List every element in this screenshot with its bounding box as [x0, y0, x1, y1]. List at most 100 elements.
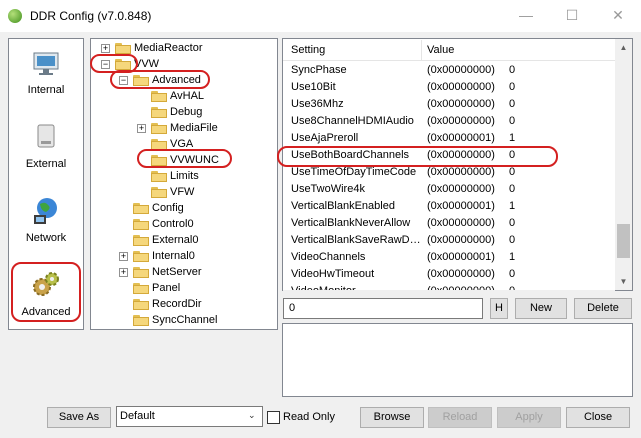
- nav-label: Network: [25, 232, 67, 244]
- setting-row[interactable]: SyncPhase (0x00000000) 0: [283, 62, 615, 79]
- description-panel: [282, 323, 633, 397]
- tree-node-label: RecordDir: [152, 298, 202, 310]
- tree-expander-icon[interactable]: +: [119, 268, 128, 277]
- setting-row[interactable]: VerticalBlankNeverAllow (0x00000000) 0: [283, 215, 615, 232]
- reload-button[interactable]: Reload: [428, 407, 492, 428]
- setting-name: Use8ChannelHDMIAudio: [291, 115, 414, 127]
- app-logo-icon: [8, 9, 22, 23]
- setting-name: Use10Bit: [291, 81, 336, 93]
- setting-decimal-value: 0: [509, 115, 516, 127]
- setting-name: VerticalBlankSaveRawD…: [291, 234, 421, 246]
- tree-node[interactable]: Config: [91, 200, 277, 216]
- new-button[interactable]: New: [515, 298, 567, 319]
- read-only-checkbox[interactable]: [267, 411, 280, 424]
- tree-node[interactable]: + NetServer: [91, 264, 277, 280]
- setting-hex-value: (0x00000000): [427, 217, 495, 229]
- setting-row[interactable]: UseTwoWire4k (0x00000000) 0: [283, 181, 615, 198]
- tree-expander-icon[interactable]: +: [119, 252, 128, 261]
- grid-scrollbar[interactable]: ▲ ▼: [615, 39, 632, 290]
- tree-node-label: VFW: [170, 186, 195, 198]
- tree-node[interactable]: External0: [91, 232, 277, 248]
- preset-select-value: Default: [120, 410, 155, 422]
- setting-hex-value: (0x00000001): [427, 200, 495, 212]
- tree-node[interactable]: Limits: [91, 168, 277, 184]
- setting-hex-value: (0x00000000): [427, 115, 495, 127]
- nav-label: Internal: [27, 84, 65, 96]
- window-title: DDR Config (v7.0.848): [30, 9, 152, 23]
- folder-icon: [133, 315, 149, 326]
- folder-icon: [133, 251, 149, 262]
- setting-row[interactable]: UseAjaPreroll (0x00000001) 1: [283, 130, 615, 147]
- setting-column-header[interactable]: Setting: [291, 44, 325, 56]
- nav-item-internal[interactable]: Internal: [10, 47, 82, 96]
- folder-icon: [133, 283, 149, 294]
- scroll-down-arrow-icon[interactable]: ▼: [615, 273, 632, 290]
- tree-node[interactable]: SyncChannel: [91, 312, 277, 328]
- scrollbar-thumb[interactable]: [617, 224, 630, 258]
- tree-node-label: Limits: [170, 170, 199, 182]
- tree-node-label: AvHAL: [170, 90, 205, 102]
- tree-node-label: Debug: [170, 106, 203, 118]
- scroll-up-arrow-icon[interactable]: ▲: [615, 39, 632, 56]
- tree-node[interactable]: Panel: [91, 280, 277, 296]
- read-only-label: Read Only: [283, 411, 335, 423]
- column-divider: [421, 40, 422, 61]
- setting-row[interactable]: VerticalBlankEnabled (0x00000001) 1: [283, 198, 615, 215]
- setting-row[interactable]: VideoHwTimeout (0x00000000) 0: [283, 266, 615, 283]
- drive-icon: [37, 124, 55, 148]
- tree-node[interactable]: AvHAL: [91, 88, 277, 104]
- tree-node[interactable]: VFW: [91, 184, 277, 200]
- network-globe-icon: [34, 198, 57, 224]
- close-window-button[interactable]: ✕: [595, 0, 641, 32]
- nav-label: External: [25, 158, 67, 170]
- close-button[interactable]: Close: [566, 407, 630, 428]
- setting-name: VerticalBlankEnabled: [291, 200, 395, 212]
- setting-hex-value: (0x00000000): [427, 81, 495, 93]
- delete-button[interactable]: Delete: [574, 298, 632, 319]
- chevron-down-icon: ⌄: [248, 410, 256, 420]
- nav-item-external[interactable]: External: [10, 121, 82, 170]
- setting-decimal-value: 0: [509, 81, 516, 93]
- title-bar: DDR Config (v7.0.848) — ☐ ✕: [0, 0, 641, 32]
- tree-expander-icon[interactable]: +: [137, 124, 146, 133]
- apply-button[interactable]: Apply: [497, 407, 561, 428]
- tree-node-label: MediaFile: [170, 122, 218, 134]
- value-column-header[interactable]: Value: [427, 44, 454, 56]
- tree-expander-icon[interactable]: +: [101, 44, 110, 53]
- minimize-button[interactable]: —: [503, 0, 549, 32]
- tree-node[interactable]: + Internal0: [91, 248, 277, 264]
- setting-hex-value: (0x00000000): [427, 268, 495, 280]
- tree-node-label: Panel: [152, 282, 181, 294]
- setting-name: VideoChannels: [291, 251, 366, 263]
- tree-node[interactable]: + MediaFile: [91, 120, 277, 136]
- tree-node-label: Control0: [152, 218, 194, 230]
- maximize-button[interactable]: ☐: [549, 0, 595, 32]
- folder-icon: [151, 187, 167, 198]
- setting-decimal-value: 0: [509, 217, 516, 229]
- tree-node[interactable]: RecordDir: [91, 296, 277, 312]
- nav-item-network[interactable]: Network: [10, 195, 82, 244]
- preset-select[interactable]: Default ⌄: [116, 406, 263, 427]
- setting-row[interactable]: VideoChannels (0x00000001) 1: [283, 249, 615, 266]
- setting-decimal-value: 0: [509, 183, 516, 195]
- annotation-highlight-usebothboardchannels: [277, 146, 558, 167]
- folder-icon: [115, 43, 131, 54]
- save-as-button[interactable]: Save As: [47, 407, 111, 428]
- setting-decimal-value: 1: [509, 200, 516, 212]
- hex-toggle-button[interactable]: H: [490, 298, 508, 319]
- setting-row[interactable]: VerticalBlankSaveRawD… (0x00000000) 0: [283, 232, 615, 249]
- setting-name: UseAjaPreroll: [291, 132, 359, 144]
- value-input[interactable]: 0: [283, 298, 483, 319]
- folder-icon: [133, 299, 149, 310]
- tree-node[interactable]: VirtualSDI: [91, 328, 277, 329]
- setting-row[interactable]: Use36Mhz (0x00000000) 0: [283, 96, 615, 113]
- setting-row[interactable]: Use10Bit (0x00000000) 0: [283, 79, 615, 96]
- tree-node-label: External0: [152, 234, 199, 246]
- setting-row[interactable]: Use8ChannelHDMIAudio (0x00000000) 0: [283, 113, 615, 130]
- folder-icon: [151, 91, 167, 102]
- setting-hex-value: (0x00000000): [427, 234, 495, 246]
- folder-icon: [133, 267, 149, 278]
- tree-node[interactable]: Debug: [91, 104, 277, 120]
- browse-button[interactable]: Browse: [360, 407, 424, 428]
- tree-node[interactable]: Control0: [91, 216, 277, 232]
